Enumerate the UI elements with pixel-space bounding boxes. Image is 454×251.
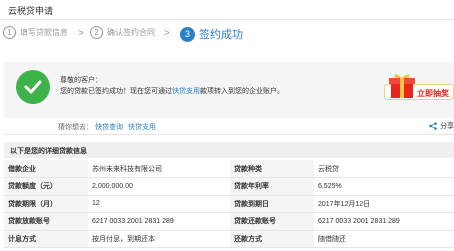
field-value: 6217 0033 2001 2831 289 — [314, 212, 454, 231]
table-row: 贷款额度（元） 2,000,000.00 贷款年利率 6.525% — [4, 177, 454, 196]
field-label: 贷款还款账号 — [230, 212, 314, 231]
gift-box-icon — [389, 74, 415, 98]
loan-drawdown-link[interactable]: 快贷支用 — [128, 122, 156, 132]
field-label: 贷款年利率 — [230, 177, 314, 196]
field-label: 计息方式 — [4, 230, 88, 248]
share-icon — [429, 122, 437, 130]
step-label: 填写贷款信息 — [20, 28, 68, 37]
table-row: 贷款期限（月） 12 贷款到期日 2017年12月12日 — [4, 195, 454, 213]
chevron-right-icon: > — [78, 28, 84, 39]
step-label: 确认签约合同 — [107, 28, 155, 37]
step-number: 1 — [3, 26, 16, 39]
step-1: 1 填写贷款信息 — [3, 26, 68, 39]
suggestion-label: 猜你想去： — [58, 124, 93, 131]
field-value: 云税贷 — [314, 160, 454, 178]
loan-details-table: 借款企业 苏州未来科技有限公司 贷款种类 云税贷 贷款额度（元） 2,000,0… — [4, 160, 454, 248]
field-label: 借款企业 — [4, 160, 88, 178]
greeting-text: 尊敬的客户： — [60, 77, 102, 84]
field-label: 贷款期限（月） — [4, 195, 88, 213]
table-row: 计息方式 按月付息，到期还本 还款方式 随借随还 — [4, 230, 454, 248]
field-value: 2017年12月12日 — [314, 195, 454, 213]
step-2: 2 确认签约合同 — [90, 26, 155, 39]
share-label: 分享 — [440, 123, 454, 130]
field-label: 还款方式 — [230, 230, 314, 248]
lottery-label: 立即抽奖 — [417, 89, 449, 98]
share-button[interactable]: 分享 — [429, 121, 454, 131]
step-label: 签约成功 — [199, 29, 243, 41]
details-title: 以下是您的详细贷款信息 — [10, 148, 87, 155]
suggestions-bar: 猜你想去： 快贷查询 快贷支用 分享 — [4, 118, 454, 135]
field-label: 贷款到期日 — [230, 195, 314, 213]
field-value: 6.525% — [314, 177, 454, 196]
drawdown-link[interactable]: 快贷支用 — [172, 88, 200, 95]
details-section-title: 以下是您的详细贷款信息 — [4, 142, 454, 158]
message-suffix: 款项转入到您的企业账户。 — [200, 88, 284, 95]
success-message: 您的贷款已签约成功！现在您可通过快贷支用款项转入到您的企业账户。 — [60, 86, 284, 96]
step-3: 3 签约成功 — [180, 26, 243, 42]
field-value: 按月付息，到期还本 — [88, 230, 230, 248]
chevron-right-icon: > — [164, 28, 170, 39]
table-row: 借款企业 苏州未来科技有限公司 贷款种类 云税贷 — [4, 160, 454, 178]
field-label: 贷款种类 — [230, 160, 314, 178]
field-value: 苏州未来科技有限公司 — [88, 160, 230, 178]
message-prefix: 您的贷款已签约成功！现在您可通过 — [60, 88, 172, 95]
page-title: 云税贷申请 — [8, 6, 54, 16]
title-bar: 云税贷申请 — [0, 0, 454, 20]
step-number: 3 — [180, 26, 195, 42]
progress-steps: 1 填写贷款信息 > 2 确认签约合同 > 3 签约成功 — [0, 24, 454, 46]
field-value: 2,000,000.00 — [88, 177, 230, 196]
lottery-promo[interactable]: 立即抽奖 — [381, 68, 454, 108]
field-value: 6217 0033 2001 2831 289 — [88, 212, 230, 231]
check-circle-icon — [16, 70, 50, 104]
loan-query-link[interactable]: 快贷查询 — [95, 122, 123, 132]
field-value: 12 — [88, 195, 230, 213]
table-row: 贷款放款账号 6217 0033 2001 2831 289 贷款还款账号 62… — [4, 212, 454, 231]
field-label: 贷款放款账号 — [4, 212, 88, 231]
field-label: 贷款额度（元） — [4, 177, 88, 196]
step-number: 2 — [90, 26, 103, 39]
field-value: 随借随还 — [314, 230, 454, 248]
